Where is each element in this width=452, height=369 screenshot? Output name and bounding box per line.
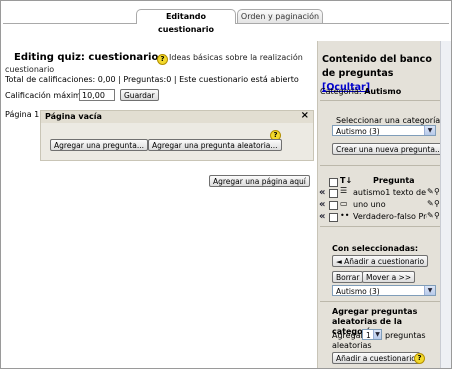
select-all-checkbox[interactable]: [329, 178, 338, 187]
category-label: Categoría:: [320, 87, 362, 96]
add-page-button[interactable]: Agregar una página aquí: [209, 175, 310, 187]
question-name: autismo1 texto de a: [353, 188, 427, 197]
add-random-question-button[interactable]: Agregar una pregunta aleatoria...: [148, 139, 282, 151]
help-icon[interactable]: ?: [157, 54, 168, 65]
preview-icon[interactable]: ⚲: [434, 187, 440, 196]
dots-icon: ••: [340, 211, 350, 220]
category-line: Categoría: Autismo: [320, 87, 401, 96]
question-checkbox[interactable]: [329, 189, 338, 198]
move-category-value: Autismo (3): [336, 287, 380, 296]
edit-icon[interactable]: ✎: [427, 211, 434, 220]
page-box-header: Página vacía ×: [41, 110, 313, 123]
table-scrollbar[interactable]: [320, 226, 442, 227]
category-select[interactable]: Autismo (3) ▼: [332, 125, 436, 136]
divider: [320, 301, 440, 302]
quiz-summary: Total de calificaciones: 0,00 | Pregunta…: [5, 75, 299, 84]
sort-arrow-icon: ↓: [345, 176, 353, 185]
window-frame: Editando cuestionario Orden y paginación…: [0, 0, 452, 369]
divider: [320, 100, 440, 101]
create-question-button[interactable]: Crear una nueva pregunta...: [332, 143, 447, 155]
dash-icon: ▭: [340, 199, 348, 208]
question-bank-title-text: Contenido del banco de preguntas: [322, 54, 432, 79]
add-to-quiz-icon[interactable]: «: [319, 211, 325, 222]
help-icon[interactable]: ?: [414, 353, 425, 364]
empty-page-label: Página vacía: [45, 112, 102, 121]
preview-icon[interactable]: ⚲: [434, 199, 440, 208]
add-random-to-quiz-button[interactable]: Añadir a cuestionario: [332, 352, 420, 364]
add-to-quiz-icon[interactable]: «: [319, 187, 325, 198]
col-question-header[interactable]: Pregunta: [373, 176, 415, 185]
question-checkbox[interactable]: [329, 213, 338, 222]
page-label: Página 1: [5, 110, 40, 119]
edit-icon[interactable]: ✎: [427, 187, 434, 196]
chevron-down-icon: ▼: [373, 330, 381, 339]
move-category-select[interactable]: Autismo (3) ▼: [332, 285, 436, 296]
max-grade-label: Calificación máxima: [5, 91, 86, 100]
question-checkbox[interactable]: [329, 201, 338, 210]
close-icon[interactable]: ×: [301, 110, 309, 121]
save-button[interactable]: Guardar: [120, 89, 159, 101]
page-box: Página vacía × ? Agregar una pregunta...…: [40, 110, 314, 161]
select-category-label: Seleccionar una categoría:: [336, 116, 443, 125]
tab-order-paging[interactable]: Orden y paginación: [237, 9, 323, 23]
help-link[interactable]: Ideas básicas sobre la realización del c…: [169, 53, 305, 64]
list-icon: ☰: [340, 186, 348, 195]
vertical-scrollbar[interactable]: [440, 41, 451, 368]
divider: [320, 165, 440, 166]
edit-icon[interactable]: ✎: [427, 199, 434, 208]
chevron-down-icon: ▼: [424, 286, 435, 295]
question-name: Verdadero-falso Preg: [353, 212, 427, 221]
add-label: Agregar: [332, 331, 364, 340]
col-type-header[interactable]: T↓: [340, 176, 352, 185]
add-selected-to-quiz-button[interactable]: ◄ Añadir a cuestionario: [332, 255, 429, 267]
add-to-quiz-icon[interactable]: «: [319, 199, 325, 210]
delete-button[interactable]: Borrar: [332, 271, 364, 283]
preview-icon[interactable]: ⚲: [434, 211, 440, 220]
max-grade-input[interactable]: 10,00: [79, 89, 115, 101]
page-title: Editing quiz: cuestionario: [14, 52, 159, 63]
with-selected-label: Con seleccionadas:: [332, 244, 419, 253]
tab-edit-quiz[interactable]: Editando cuestionario: [136, 9, 236, 34]
random-suffix-2: aleatorias: [332, 341, 372, 350]
category-select-value: Autismo (3): [336, 127, 380, 136]
move-button[interactable]: Mover a >>: [362, 271, 416, 283]
help-link-wrap: cuestionario: [5, 65, 55, 74]
random-count-value: 1: [366, 331, 371, 340]
random-count-select[interactable]: 1 ▼: [362, 329, 382, 340]
chevron-down-icon: ▼: [424, 126, 435, 135]
category-value: Autismo: [364, 87, 402, 96]
random-suffix: preguntas: [385, 331, 426, 340]
question-bank-panel: Contenido del banco de preguntas [Oculta…: [317, 41, 447, 368]
add-question-button[interactable]: Agregar una pregunta...: [50, 139, 148, 151]
question-name: uno uno: [353, 200, 386, 209]
